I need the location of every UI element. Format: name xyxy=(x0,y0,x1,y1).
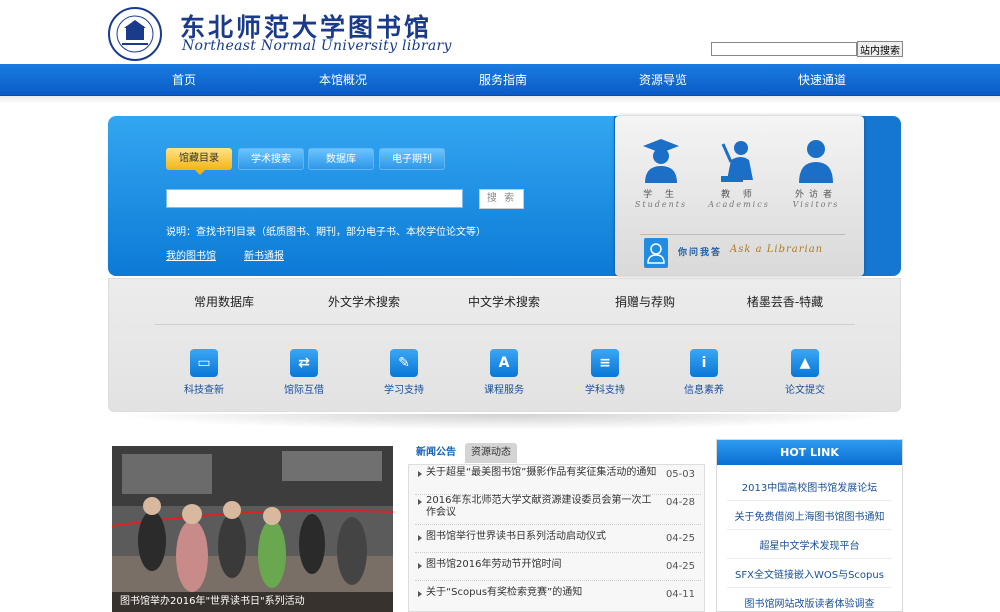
graduation-cap-icon[interactable]: ▲ xyxy=(791,349,819,377)
layers-icon[interactable]: ≡ xyxy=(591,349,619,377)
monitor-icon[interactable]: ▭ xyxy=(190,349,218,377)
list-item[interactable]: 图书馆举行世界读书日系列活动启动仪式 04-25 xyxy=(415,525,701,553)
user-group-academics[interactable]: 教 师 Academics xyxy=(703,136,775,209)
bullet-icon xyxy=(418,471,422,477)
new-books-link[interactable]: 新书通报 xyxy=(244,247,284,262)
service-novelty-search[interactable]: 科技查新 xyxy=(174,381,234,396)
academics-label-en: Academics xyxy=(708,200,770,209)
news-title[interactable]: 2016年东北师范大学文献资源建设委员会第一次工作会议 xyxy=(426,495,661,519)
nav-item-resources[interactable]: 资源导览 xyxy=(603,64,723,96)
info-icon[interactable]: i xyxy=(690,349,718,377)
hot-link-item[interactable]: 图书馆网站改版读者体验调查 xyxy=(717,595,902,610)
tab-news[interactable]: 新闻公告 xyxy=(410,443,462,463)
link-common-databases[interactable]: 常用数据库 xyxy=(154,293,294,310)
student-icon xyxy=(643,139,679,183)
site-search-button[interactable]: 站内搜索 xyxy=(857,41,903,57)
hot-link-item[interactable]: 超星中文学术发现平台 xyxy=(717,537,902,552)
news-panel: 新闻公告 资源动态 关于超星“最美图书馆”摄影作品有奖征集活动的通知 05-03… xyxy=(408,442,705,612)
services-panel: 常用数据库 外文学术搜索 中文学术搜索 捐赠与荐购 楮墨芸香-特藏 ▭ 科技查新… xyxy=(108,278,901,412)
services-shadow xyxy=(108,414,901,430)
search-note: 说明：查找书刊目录（纸质图书、期刊，部分电子书、本校学位论文等） xyxy=(166,227,486,238)
link-foreign-search[interactable]: 外文学术搜索 xyxy=(294,293,434,310)
ask-label-cn: 你问我答 xyxy=(678,248,723,258)
news-date: 04-25 xyxy=(665,533,695,544)
user-groups-panel: 学 生 Students 教 师 Academics 外访者 Visitors xyxy=(614,116,901,276)
bullet-icon xyxy=(418,499,422,505)
list-item[interactable]: 2016年东北师范大学文献资源建设委员会第一次工作会议 04-28 xyxy=(415,495,701,525)
teacher-icon xyxy=(721,141,753,182)
handshake-icon[interactable]: ⇄ xyxy=(290,349,318,377)
site-search-input[interactable] xyxy=(711,42,857,56)
hot-link-item[interactable]: 2013中国高校图书馆发展论坛 xyxy=(717,479,902,494)
news-date: 04-11 xyxy=(665,589,695,600)
nav-item-service-guide[interactable]: 服务指南 xyxy=(443,64,563,96)
tab-databases[interactable]: 数据库 xyxy=(308,148,374,170)
tab-resource-updates[interactable]: 资源动态 xyxy=(465,443,517,463)
hot-link-divider xyxy=(727,529,892,530)
news-date: 04-25 xyxy=(665,561,695,572)
news-list: 关于超星“最美图书馆”摄影作品有奖征集活动的通知 05-03 2016年东北师范… xyxy=(408,464,705,612)
academics-label-cn: 教 师 xyxy=(721,190,757,200)
pencil-icon[interactable]: ✎ xyxy=(390,349,418,377)
nav-item-home[interactable]: 首页 xyxy=(124,64,244,96)
service-learning-support[interactable]: 学习支持 xyxy=(374,381,434,396)
librarian-icon xyxy=(644,238,668,268)
hot-link-panel: HOT LINK 2013中国高校图书馆发展论坛 关于免费借阅上海图书馆图书通知… xyxy=(716,439,903,612)
service-info-literacy[interactable]: 信息素养 xyxy=(674,381,734,396)
ask-label-en: Ask a Librarian xyxy=(730,244,824,255)
hot-link-divider xyxy=(727,587,892,588)
news-title[interactable]: 关于“Scopus有奖检索竞赛”的通知 xyxy=(426,587,661,599)
user-groups-card: 学 生 Students 教 师 Academics 外访者 Visitors xyxy=(615,116,864,276)
link-donation[interactable]: 捐赠与荐购 xyxy=(575,293,715,310)
tab-ejournals[interactable]: 电子期刊 xyxy=(379,148,445,170)
news-title[interactable]: 关于超星“最美图书馆”摄影作品有奖征集活动的通知 xyxy=(426,467,661,479)
nav-item-quick-access[interactable]: 快速通道 xyxy=(762,64,882,96)
nav-item-about[interactable]: 本馆概况 xyxy=(283,64,403,96)
list-item[interactable]: 关于超星“最美图书馆”摄影作品有奖征集活动的通知 05-03 xyxy=(415,467,701,495)
visitors-label-en: Visitors xyxy=(792,200,840,209)
catalog-search-panel: 馆藏目录 学术搜索 数据库 电子期刊 搜 索 说明：查找书刊目录（纸质图书、期刊… xyxy=(108,116,614,276)
news-date: 05-03 xyxy=(665,469,695,480)
catalog-search-input[interactable] xyxy=(166,189,463,208)
service-interlibrary-loan[interactable]: 馆际互借 xyxy=(274,381,334,396)
tab-catalog[interactable]: 馆藏目录 xyxy=(166,148,232,175)
catalog-search-button[interactable]: 搜 索 xyxy=(479,189,524,209)
services-divider xyxy=(155,324,855,325)
visitor-icon xyxy=(799,140,833,183)
link-chinese-search[interactable]: 中文学术搜索 xyxy=(434,293,574,310)
tab-scholar-search[interactable]: 学术搜索 xyxy=(238,148,304,170)
bullet-icon xyxy=(418,591,422,597)
font-icon[interactable]: A xyxy=(490,349,518,377)
students-label-cn: 学 生 xyxy=(643,190,679,200)
service-course[interactable]: 课程服务 xyxy=(474,381,534,396)
photo-caption[interactable]: 图书馆举办2016年"世界读书日"系列活动 xyxy=(112,592,393,612)
visitors-label-cn: 外访者 xyxy=(794,190,837,200)
service-subject-support[interactable]: 学科支持 xyxy=(575,381,635,396)
hot-link-divider xyxy=(727,558,892,559)
user-group-visitors[interactable]: 外访者 Visitors xyxy=(780,136,852,209)
bullet-icon xyxy=(418,563,422,569)
news-date: 04-28 xyxy=(665,497,695,508)
news-title[interactable]: 图书馆举行世界读书日系列活动启动仪式 xyxy=(426,531,661,543)
bullet-icon xyxy=(418,535,422,541)
hot-link-item[interactable]: SFX全文链接嵌入WOS与Scopus xyxy=(717,566,902,581)
hot-link-title: HOT LINK xyxy=(717,440,902,465)
user-group-students[interactable]: 学 生 Students xyxy=(625,136,697,209)
link-special-collections[interactable]: 楮墨芸香-特藏 xyxy=(715,293,855,310)
event-photo[interactable]: 图书馆举办2016年"世界读书日"系列活动 xyxy=(112,446,393,612)
news-title[interactable]: 图书馆2016年劳动节开馆时间 xyxy=(426,559,661,571)
nav-shadow xyxy=(0,96,1000,104)
main-nav: 首页 本馆概况 服务指南 资源导览 快速通道 xyxy=(0,64,1000,96)
event-photo-image xyxy=(112,446,393,612)
my-library-link[interactable]: 我的图书馆 xyxy=(166,247,216,262)
service-thesis-submit[interactable]: 论文提交 xyxy=(775,381,835,396)
list-item[interactable]: 图书馆2016年劳动节开馆时间 04-25 xyxy=(415,553,701,581)
hot-link-item[interactable]: 关于免费借阅上海图书馆图书通知 xyxy=(717,508,902,523)
library-seal-logo xyxy=(108,7,162,61)
ask-a-librarian[interactable]: 你问我答 Ask a Librarian xyxy=(640,234,845,268)
hot-link-divider xyxy=(727,500,892,501)
list-item[interactable]: 关于“Scopus有奖检索竞赛”的通知 04-11 xyxy=(415,581,701,609)
students-label-en: Students xyxy=(634,200,688,209)
library-name-en: Northeast Normal University library xyxy=(182,38,452,54)
